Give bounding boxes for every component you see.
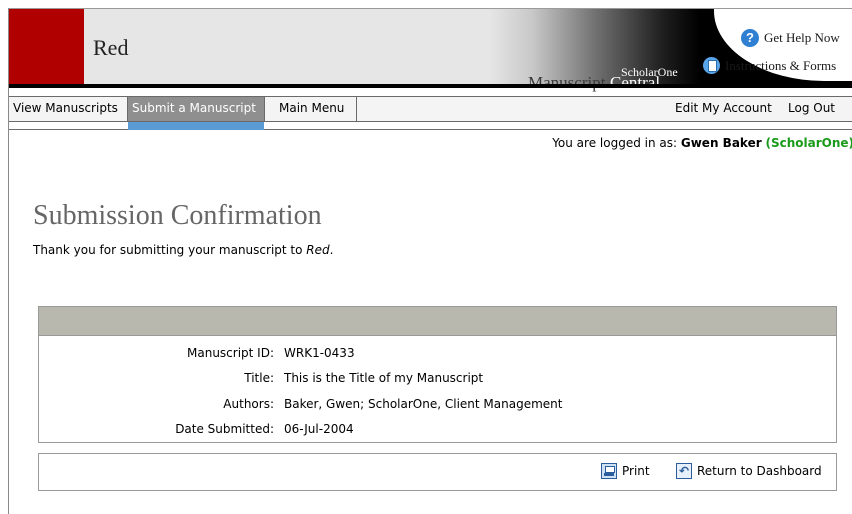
header-bottom-bar (9, 84, 852, 88)
page-title: Submission Confirmation (33, 200, 322, 231)
brand-manuscript: Manuscript (528, 73, 606, 92)
document-icon[interactable] (703, 57, 720, 74)
details-header-bar (39, 307, 836, 336)
instructions-link[interactable]: Instructions & Forms (703, 57, 836, 74)
detail-label: Date Submitted: (175, 422, 274, 436)
thanks-suffix: . (329, 243, 334, 257)
detail-value: 06-Jul-2004 (284, 422, 354, 436)
site-header: Red ScholarOne Manuscript Central ? Get … (9, 9, 852, 92)
main-nav: View Manuscripts Submit a Manuscript Mai… (9, 96, 852, 130)
detail-value: This is the Title of my Manuscript (284, 371, 484, 385)
print-label[interactable]: Print (622, 464, 650, 478)
thanks-journal: Red (306, 243, 330, 257)
get-help-label[interactable]: Get Help Now (764, 30, 840, 46)
detail-label: Authors: (223, 397, 274, 411)
detail-row-authors: Authors: Baker, Gwen; ScholarOne, Client… (39, 397, 836, 415)
return-to-dashboard-button[interactable]: ↶ Return to Dashboard (676, 463, 822, 479)
instructions-label[interactable]: Instructions & Forms (725, 58, 836, 74)
print-button[interactable]: Print (601, 463, 650, 479)
nav-submit-manuscript[interactable]: Submit a Manuscript (128, 97, 264, 121)
printer-icon[interactable] (601, 463, 617, 479)
detail-row-title: Title: This is the Title of my Manuscrip… (39, 371, 836, 389)
journal-name: Red (93, 35, 129, 60)
login-org: (ScholarOne) (765, 136, 852, 150)
return-label[interactable]: Return to Dashboard (697, 464, 822, 478)
brand-central: Central (610, 73, 661, 92)
nav-log-out[interactable]: Log Out (784, 97, 839, 121)
detail-label: Title: (244, 371, 274, 385)
nav-edit-account[interactable]: Edit My Account (671, 97, 776, 121)
login-user: Gwen Baker (680, 136, 762, 150)
detail-value: Baker, Gwen; ScholarOne, Client Manageme… (284, 397, 563, 411)
detail-row-manuscript-id: Manuscript ID: WRK1-0433 (39, 346, 836, 364)
question-icon[interactable]: ? (741, 29, 759, 47)
get-help-link[interactable]: ? Get Help Now (741, 29, 840, 47)
return-arrow-icon[interactable]: ↶ (676, 463, 692, 479)
submission-details: Manuscript ID: WRK1-0433 Title: This is … (38, 306, 837, 443)
thanks-prefix: Thank you for submitting your manuscript… (33, 243, 307, 257)
active-tab-indicator (128, 122, 264, 130)
action-bar: Print ↶ Return to Dashboard (38, 453, 837, 491)
detail-row-date-submitted: Date Submitted: 06-Jul-2004 (39, 422, 836, 440)
detail-label: Manuscript ID: (187, 346, 274, 360)
login-prefix: You are logged in as: (552, 136, 678, 150)
thanks-message: Thank you for submitting your manuscript… (33, 243, 333, 257)
detail-value: WRK1-0433 (284, 346, 355, 360)
login-status: You are logged in as: Gwen Baker (Schola… (552, 136, 852, 150)
nav-main-menu[interactable]: Main Menu (275, 97, 348, 121)
nav-view-manuscripts[interactable]: View Manuscripts (9, 97, 122, 121)
journal-color-block (9, 9, 84, 84)
